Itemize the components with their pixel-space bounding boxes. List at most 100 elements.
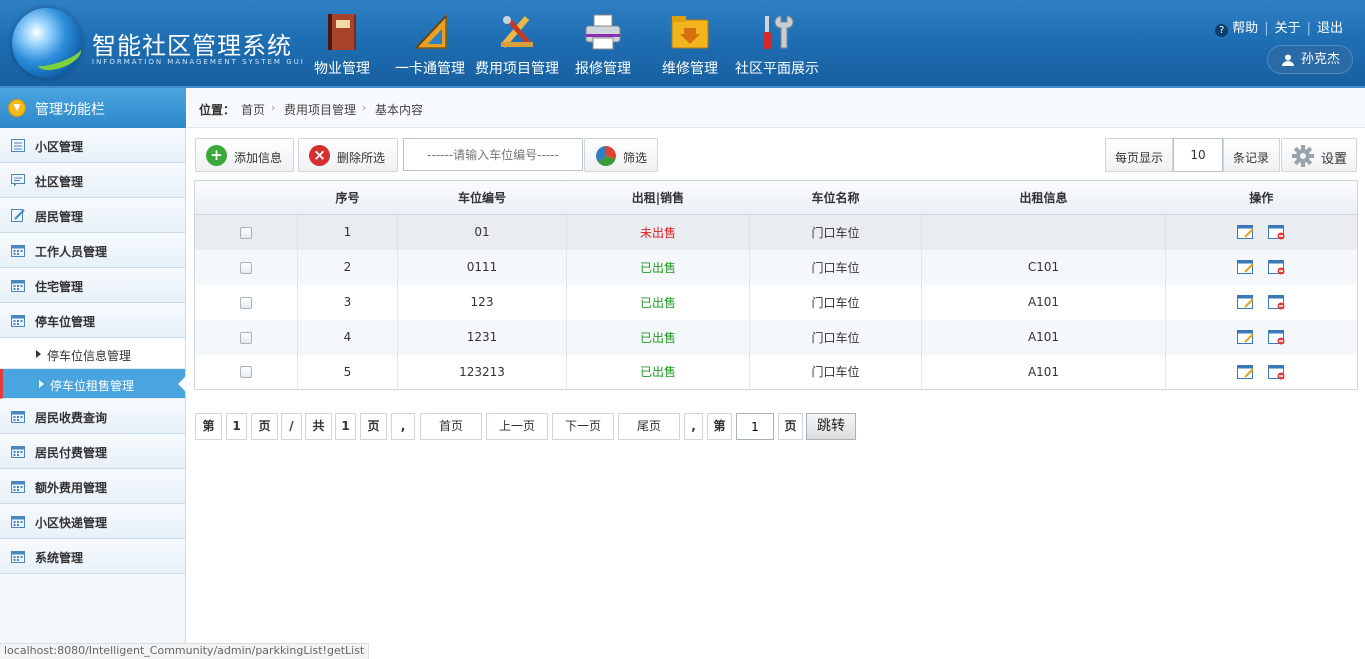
sidebar-item-label: 小区管理	[35, 140, 84, 154]
parking-code-search-input[interactable]	[403, 138, 583, 171]
parking-table: 序号 车位编号 出租|销售 车位名称 出租信息 操作 1 01 未出售 门口车位…	[194, 180, 1358, 390]
sidebar-item-label: 居民付费管理	[35, 446, 108, 460]
user-name: 孙克杰	[1301, 52, 1341, 67]
nav-card[interactable]: 一卡通管理	[381, 0, 479, 88]
book-icon	[328, 14, 356, 50]
cell-code: 123213	[397, 354, 567, 390]
calendar-icon	[11, 516, 25, 528]
delete-icon[interactable]	[1268, 364, 1286, 380]
sidebar-item-fee-query[interactable]: 居民收费查询	[0, 399, 185, 434]
edit-icon[interactable]	[1236, 329, 1255, 345]
row-checkbox[interactable]	[240, 296, 252, 309]
next-page-button[interactable]: 下一页	[552, 413, 614, 440]
delete-icon[interactable]	[1268, 329, 1286, 345]
printer-icon	[585, 14, 621, 50]
cell-no: 2	[297, 249, 398, 285]
row-checkbox[interactable]	[240, 226, 252, 239]
row-checkbox[interactable]	[240, 366, 252, 379]
col-header-name: 车位名称	[749, 180, 922, 215]
first-page-button[interactable]: 首页	[420, 413, 482, 440]
help-link[interactable]: ? 帮助	[1215, 17, 1258, 37]
logout-link[interactable]: 退出	[1317, 17, 1343, 36]
delete-icon[interactable]	[1268, 259, 1286, 275]
sidebar-item-staff[interactable]: 工作人员管理	[0, 233, 185, 268]
sidebar-item-society[interactable]: 社区管理	[0, 163, 185, 198]
jump-button[interactable]: 跳转	[806, 413, 856, 440]
active-pointer	[178, 376, 186, 392]
edit-icon[interactable]	[1236, 259, 1255, 275]
edit-icon[interactable]	[1236, 294, 1255, 310]
pager-slash: /	[281, 413, 302, 440]
calendar-icon	[11, 481, 25, 493]
calendar-icon	[11, 315, 25, 327]
jump-page-input[interactable]	[736, 413, 774, 440]
pager-comma2: ,	[684, 413, 703, 440]
cell-status: 已出售	[566, 319, 750, 355]
calendar-icon	[11, 446, 25, 458]
about-link[interactable]: 关于	[1275, 17, 1301, 36]
chat-icon	[11, 174, 25, 187]
tools-icon	[500, 16, 533, 48]
delete-icon[interactable]	[1268, 224, 1286, 240]
settings-button[interactable]: 设置	[1281, 138, 1357, 172]
prev-page-button[interactable]: 上一页	[486, 413, 548, 440]
sidebar-item-parking[interactable]: 停车位管理	[0, 303, 185, 338]
filter-button[interactable]: 筛选	[584, 138, 658, 172]
edit-icon[interactable]	[1236, 224, 1255, 240]
sidebar-item-housing[interactable]: 住宅管理	[0, 268, 185, 303]
cell-status: 已出售	[566, 354, 750, 390]
nav-fee[interactable]: 费用项目管理	[468, 0, 566, 88]
edit-icon[interactable]	[1236, 364, 1255, 380]
app-subtitle: INFORMATION MANAGEMENT SYSTEM GUI	[92, 58, 305, 66]
breadcrumb-current: 基本内容	[375, 103, 424, 117]
records-label-box: 条记录	[1223, 138, 1280, 172]
sidebar-item-system[interactable]: 系统管理	[0, 539, 185, 574]
pager-ye: 页	[251, 413, 278, 440]
nav-map[interactable]: 社区平面展示	[728, 0, 826, 88]
pager-ye3: 页	[778, 413, 803, 440]
delete-selected-button[interactable]: × 删除所选	[298, 138, 398, 172]
breadcrumb-label: 位置：	[199, 103, 236, 117]
sidebar-item-express[interactable]: 小区快递管理	[0, 504, 185, 539]
cell-actions	[1165, 214, 1358, 250]
gear-icon	[1292, 145, 1314, 167]
cell-code: 0111	[397, 249, 567, 285]
divider: |	[1306, 21, 1311, 36]
nav-label: 一卡通管理	[395, 61, 465, 77]
add-info-button[interactable]: + 添加信息	[195, 138, 294, 172]
top-links: ? 帮助 | 关于 | 退出	[1215, 17, 1343, 37]
sidebar-header[interactable]: ▼ 管理功能栏	[0, 88, 186, 128]
sidebar-item-extra-fee[interactable]: 额外费用管理	[0, 469, 185, 504]
calendar-icon	[11, 411, 25, 423]
delete-icon[interactable]	[1268, 294, 1286, 310]
row-checkbox[interactable]	[240, 261, 252, 274]
row-checkbox[interactable]	[240, 331, 252, 344]
cell-no: 5	[297, 354, 398, 390]
pager-total-pages: 1	[335, 413, 356, 440]
cell-name: 门口车位	[749, 354, 922, 390]
sidebar-title: 管理功能栏	[35, 102, 105, 118]
last-page-button[interactable]: 尾页	[618, 413, 680, 440]
cell-rent: A101	[921, 354, 1166, 390]
table-row: 5 123213 已出售 门口车位 A101	[195, 354, 1358, 390]
per-page-input[interactable]	[1173, 138, 1223, 172]
sidebar-item-residents[interactable]: 居民管理	[0, 198, 185, 233]
cell-name: 门口车位	[749, 249, 922, 285]
chevron-down-icon: ▼	[8, 99, 26, 117]
nav-repair[interactable]: 报修管理	[554, 0, 652, 88]
col-header-no: 序号	[297, 180, 398, 215]
sidebar-subitem-parking-info[interactable]: 停车位信息管理	[0, 339, 185, 369]
breadcrumb-fee[interactable]: 费用项目管理	[284, 101, 356, 118]
sidebar-subitem-parking-rent[interactable]: 停车位租售管理	[0, 369, 186, 399]
cell-status: 未出售	[566, 214, 750, 250]
user-menu[interactable]: 孙克杰	[1267, 45, 1353, 74]
delete-selected-label: 删除所选	[337, 151, 386, 165]
nav-maintain[interactable]: 维修管理	[641, 0, 739, 88]
breadcrumb-home[interactable]: 首页	[241, 101, 265, 118]
sidebar-item-payment[interactable]: 居民付费管理	[0, 434, 185, 469]
table-row: 2 0111 已出售 门口车位 C101	[194, 249, 1358, 285]
col-header-rent: 出租信息	[921, 180, 1166, 215]
sidebar-item-label: 工作人员管理	[35, 245, 108, 259]
sidebar-item-community[interactable]: 小区管理	[0, 128, 185, 163]
nav-property[interactable]: 物业管理	[293, 0, 391, 88]
